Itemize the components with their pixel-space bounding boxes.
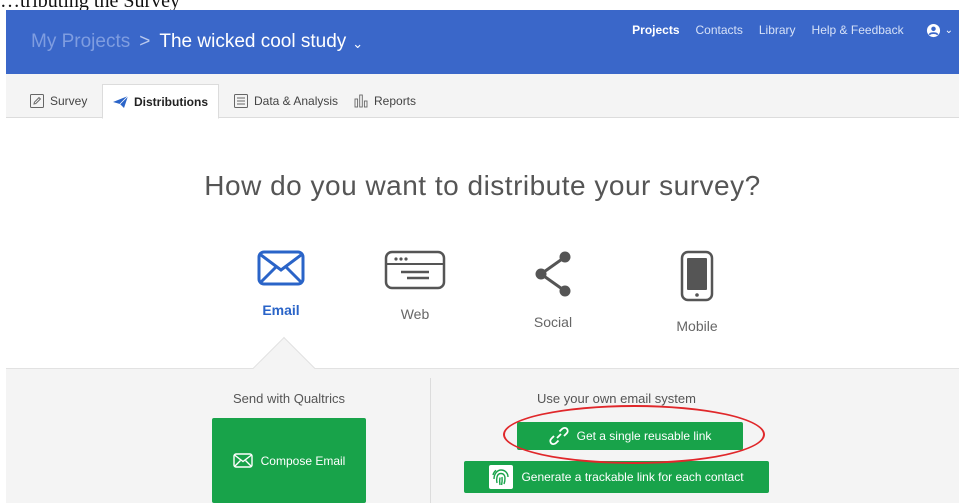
browser-window-icon <box>384 250 446 290</box>
nav-help-feedback[interactable]: Help & Feedback <box>804 10 912 50</box>
breadcrumb-separator: > <box>139 31 151 52</box>
top-header-bar: My Projects > The wicked cool study ⌄ Pr… <box>6 2 959 74</box>
data-list-icon <box>234 94 248 108</box>
breadcrumb-my-projects[interactable]: My Projects <box>31 31 130 53</box>
project-name[interactable]: The wicked cool study <box>159 31 346 53</box>
page-title: How do you want to distribute your surve… <box>204 170 761 201</box>
project-tabs: Survey Distributions Data & Analysis Rep… <box>6 74 959 119</box>
fingerprint-icon <box>489 465 514 489</box>
tab-survey[interactable]: Survey <box>20 84 97 118</box>
top-navigation: Projects Contacts Library Help & Feedbac… <box>624 2 959 74</box>
paper-plane-icon <box>113 95 128 108</box>
nav-contacts[interactable]: Contacts <box>688 10 751 50</box>
panel-divider <box>430 378 431 503</box>
method-social[interactable]: Social <box>498 250 608 330</box>
chevron-down-icon[interactable]: ⌄ <box>352 36 363 52</box>
method-mobile[interactable]: Mobile <box>642 250 752 334</box>
link-icon <box>549 426 569 446</box>
tab-reports-label: Reports <box>374 94 417 108</box>
trackable-link-label: Generate a trackable link for each conta… <box>521 470 744 484</box>
nav-projects[interactable]: Projects <box>624 2 687 50</box>
compose-email-label: Compose Email <box>260 453 346 468</box>
user-menu[interactable]: ⌄ <box>912 10 959 50</box>
send-with-qualtrics-label: Send with Qualtrics <box>233 391 345 406</box>
tab-reports[interactable]: Reports <box>344 84 426 118</box>
screenshot-caption: …tributing the Survey <box>0 0 180 12</box>
method-web-label: Web <box>400 306 430 322</box>
single-reusable-link-label: Get a single reusable link <box>576 429 712 443</box>
method-social-label: Social <box>533 314 573 330</box>
nav-library[interactable]: Library <box>751 10 804 50</box>
user-menu-chevron-icon: ⌄ <box>944 24 953 36</box>
method-email-label: Email <box>262 302 300 318</box>
breadcrumb: My Projects > The wicked cool study ⌄ <box>31 10 363 74</box>
compose-email-button[interactable]: Compose Email <box>212 418 366 503</box>
envelope-icon <box>232 453 253 468</box>
tab-data-analysis[interactable]: Data & Analysis <box>224 84 348 118</box>
own-email-system-label: Use your own email system <box>537 391 696 406</box>
method-web[interactable]: Web <box>360 250 470 322</box>
pencil-icon <box>30 94 44 108</box>
tab-survey-label: Survey <box>50 94 88 108</box>
share-icon <box>535 251 571 297</box>
method-email[interactable]: Email <box>226 250 336 318</box>
trackable-link-button[interactable]: Generate a trackable link for each conta… <box>464 461 769 493</box>
mobile-phone-icon <box>680 250 714 302</box>
user-circle-icon <box>926 23 940 37</box>
tab-distributions-label: Distributions <box>134 94 208 109</box>
envelope-icon <box>257 250 305 286</box>
bar-chart-icon <box>354 94 368 108</box>
single-reusable-link-button[interactable]: Get a single reusable link <box>517 422 743 450</box>
tab-distributions[interactable]: Distributions <box>102 84 219 119</box>
tab-data-analysis-label: Data & Analysis <box>254 94 339 108</box>
method-mobile-label: Mobile <box>676 318 718 334</box>
